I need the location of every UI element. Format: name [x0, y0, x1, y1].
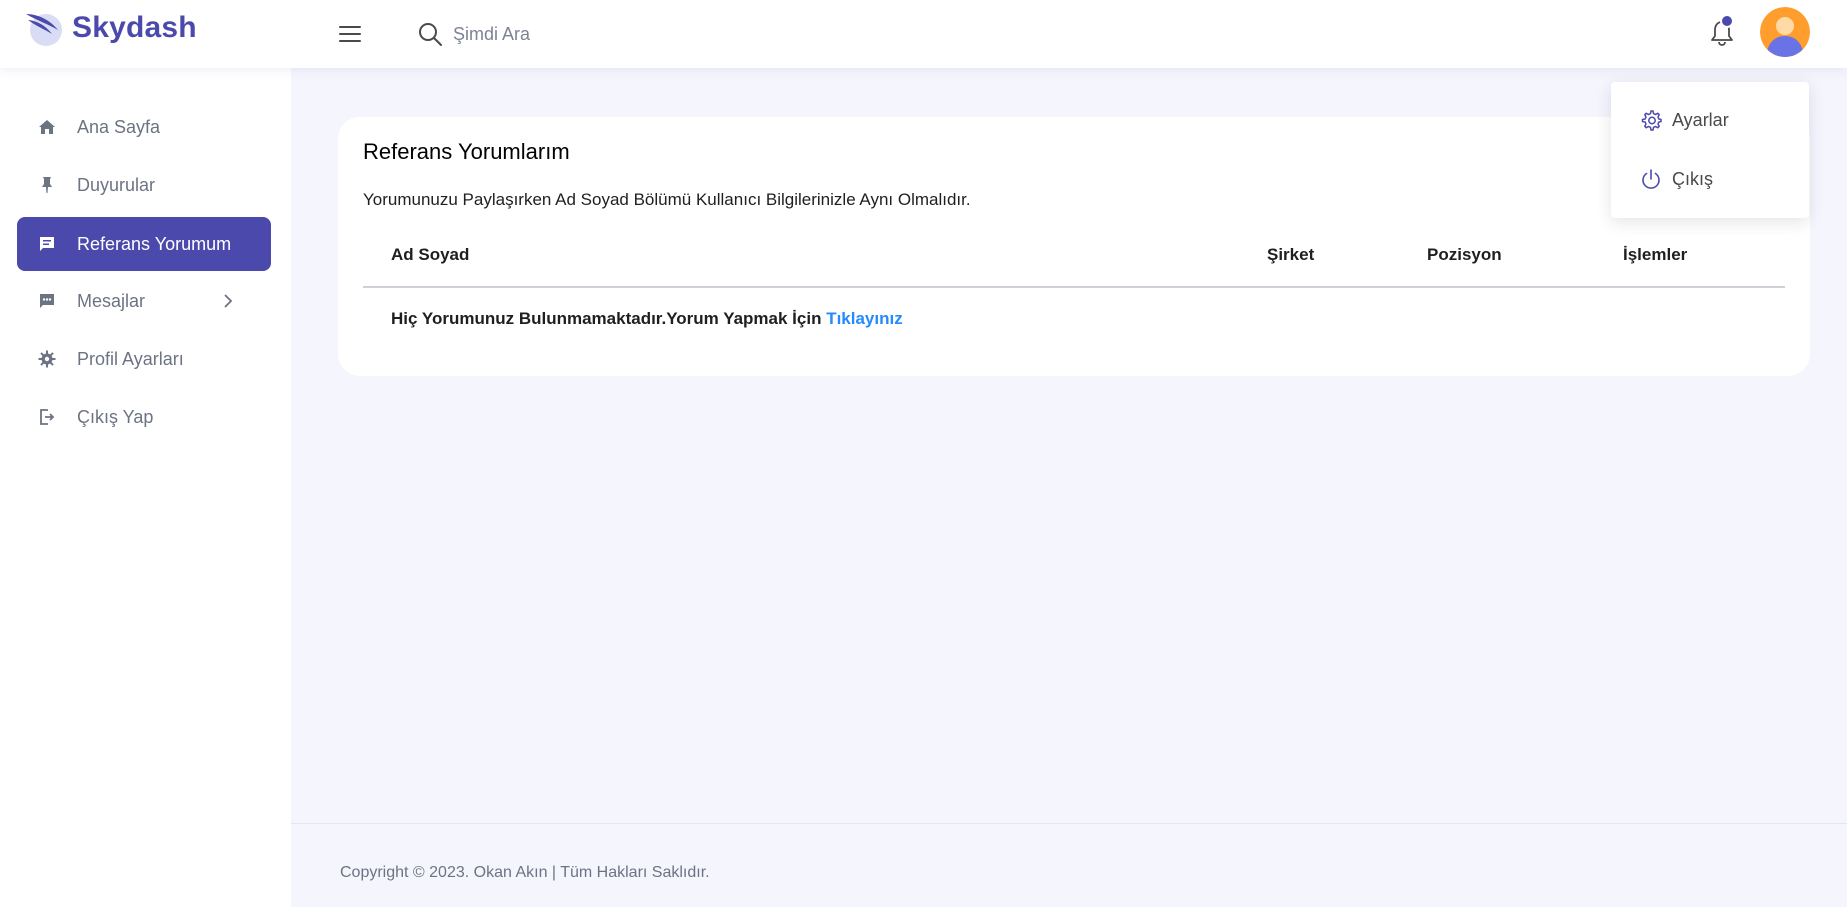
column-header-islemler: İşlemler: [1623, 245, 1688, 264]
sidebar-item-label: Çıkış Yap: [77, 406, 154, 427]
dropdown-item-label: Ayarlar: [1672, 109, 1729, 130]
sidebar-item-profil-ayarlari[interactable]: Profil Ayarları: [17, 332, 271, 386]
sidebar-item-label: Referans Yorumum: [77, 233, 232, 254]
footer: Copyright © 2023. Okan Akın | Tüm Haklar…: [291, 823, 1847, 907]
gear-icon: [37, 349, 57, 369]
top-navbar: Skydash: [0, 0, 1847, 68]
card-title: Referans Yorumlarım: [363, 139, 570, 164]
dropdown-item-label: Çıkış: [1672, 168, 1714, 189]
card-description: Yorumunuzu Paylaşırken Ad Soyad Bölümü K…: [363, 190, 971, 209]
dropdown-item-cikis[interactable]: Çıkış: [1611, 154, 1809, 204]
notification-dot: [1720, 14, 1734, 28]
logout-icon: [37, 407, 57, 427]
copyright-text: Copyright © 2023. Okan Akın | Tüm Haklar…: [340, 864, 710, 881]
home-icon: [37, 117, 57, 137]
settings-icon: [1640, 109, 1662, 131]
pin-icon: [37, 175, 57, 195]
column-header-pozisyon: Pozisyon: [1427, 245, 1502, 264]
message-icon: [37, 291, 57, 311]
sidebar-item-cikis-yap[interactable]: Çıkış Yap: [17, 390, 271, 444]
column-header-sirket: Şirket: [1267, 245, 1315, 264]
sidebar-item-ana-sayfa[interactable]: Ana Sayfa: [17, 100, 271, 154]
sidebar-item-label: Duyurular: [77, 174, 156, 195]
sidebar-item-referans-yorumum[interactable]: Referans Yorumum: [17, 217, 271, 271]
table-empty-row: Hiç Yorumunuz Bulunmamaktadır.Yorum Yapm…: [391, 309, 903, 329]
power-icon: [1640, 168, 1662, 190]
brand[interactable]: Skydash: [24, 8, 197, 48]
profile-dropdown: Ayarlar Çıkış: [1611, 82, 1809, 218]
table-divider: [363, 286, 1785, 288]
chevron-right-icon: [218, 291, 238, 311]
sidebar-item-mesajlar[interactable]: Mesajlar: [17, 274, 271, 328]
empty-message: Hiç Yorumunuz Bulunmamaktadır.Yorum Yapm…: [391, 309, 827, 328]
sidebar-item-label: Ana Sayfa: [77, 116, 161, 137]
sidebar-item-label: Mesajlar: [77, 290, 146, 311]
hamburger-icon[interactable]: [335, 19, 365, 49]
user-avatar[interactable]: [1760, 7, 1810, 57]
add-comment-link[interactable]: Tıklayınız: [826, 309, 903, 328]
references-card: Referans Yorumlarım Yorumunuzu Paylaşırk…: [338, 117, 1810, 376]
brand-name: Skydash: [72, 11, 197, 44]
search-bar: [415, 18, 795, 50]
search-icon[interactable]: [415, 19, 445, 49]
comment-icon: [37, 234, 57, 254]
sidebar-item-duyurular[interactable]: Duyurular: [17, 158, 271, 212]
brand-logo-icon: [26, 14, 62, 46]
column-header-ad-soyad: Ad Soyad: [391, 245, 470, 264]
sidebar-item-label: Profil Ayarları: [77, 348, 184, 369]
sidebar: Ana Sayfa Duyurular Referans Yorumum Mes…: [0, 68, 291, 907]
search-input[interactable]: [453, 23, 773, 45]
dropdown-item-ayarlar[interactable]: Ayarlar: [1611, 95, 1809, 145]
